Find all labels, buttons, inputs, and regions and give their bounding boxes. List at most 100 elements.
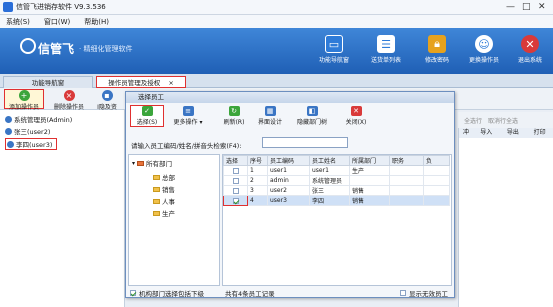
col-header[interactable]: 选择 xyxy=(223,155,248,166)
operator-item-user2[interactable]: 张三(user2) xyxy=(5,126,50,136)
operator-label: 张三(user2) xyxy=(14,128,51,136)
col-header[interactable]: 序号 xyxy=(247,155,268,166)
window-title: 信管飞进销存软件 V9.3.536 xyxy=(16,3,106,11)
delete-operator-button[interactable]: × 删除操作员 xyxy=(49,90,89,111)
row-number: 4 xyxy=(247,195,268,206)
perm-col-header: 冲 xyxy=(462,129,469,136)
employee-name: 张三 xyxy=(309,185,350,196)
dialog-title-text: 选择员工 xyxy=(138,93,164,101)
brand-subtitle: · 精细化管理软件 xyxy=(79,44,133,53)
brand-name: 信管飞 xyxy=(38,42,75,56)
nav-window-button[interactable]: ▭ 功能导航窗 xyxy=(310,35,358,64)
close-window-button[interactable]: ✕ xyxy=(538,2,546,12)
dialog-title: 选择员工 xyxy=(126,92,454,103)
tree-root-all-departments[interactable]: ▾ 所有部门 xyxy=(132,158,172,169)
tab-nav-window-label: 功能导航窗 xyxy=(31,79,65,87)
dept-item[interactable]: 总部 xyxy=(153,172,175,182)
collapse-icon[interactable]: ▾ xyxy=(132,160,135,167)
refresh-button[interactable]: ↻ 刷新(R) xyxy=(219,106,249,126)
dept-label: 生产 xyxy=(162,210,175,218)
menu-system[interactable]: 系统(S) xyxy=(6,17,30,27)
more-actions-button[interactable]: ≡ 更多操作 ▾ xyxy=(170,106,206,126)
select-label: 选择(S) xyxy=(136,119,158,126)
row-checkbox[interactable] xyxy=(232,167,239,174)
menu-bar: 系统(S) 窗口(W) 帮助(H) xyxy=(0,15,553,28)
table-row[interactable]: 2 admin 系统管理员 xyxy=(223,175,450,186)
row-number: 2 xyxy=(247,175,268,186)
change-password-label: 修改密码 xyxy=(424,57,449,64)
brand-logo-icon xyxy=(20,38,36,54)
include-sub-checkbox[interactable] xyxy=(130,290,136,296)
employee-dept: 销售 xyxy=(349,195,390,206)
employee-code: user3 xyxy=(267,195,310,206)
include-sub-label: 机构部门选择包括下级 xyxy=(139,290,204,298)
close-dialog-button[interactable]: ✕ 关闭(X) xyxy=(341,106,371,126)
col-header[interactable]: 员工姓名 xyxy=(309,155,350,166)
hide-dept-tree-button[interactable]: ◧ 隐藏部门树 xyxy=(293,106,331,126)
operator-label: 系统管理员(Admin) xyxy=(14,116,73,124)
employee-code: user1 xyxy=(267,165,310,176)
permission-grid: 冲 导入 导出 打印 xyxy=(458,128,553,307)
add-icon: + xyxy=(18,90,30,101)
show-invalid-option[interactable]: 显示无效员工 xyxy=(400,288,448,298)
col-header[interactable]: 所属部门 xyxy=(349,155,390,166)
table-row[interactable]: 1 user1 user1 生产 xyxy=(223,165,450,176)
dept-item[interactable]: 销售 xyxy=(153,184,175,194)
switch-operator-button[interactable]: ☺ 更换操作员 xyxy=(460,35,508,64)
menu-window[interactable]: 窗口(W) xyxy=(44,17,70,27)
select-button[interactable]: ✓ 选择(S) xyxy=(130,105,164,127)
more-icon: ≡ xyxy=(182,106,194,116)
dept-label: 总部 xyxy=(162,174,175,182)
delivery-list-button[interactable]: ☰ 送货单列表 xyxy=(362,35,410,64)
perm-col-header: 打印 xyxy=(533,129,546,136)
change-password-button[interactable]: 🔒︎ 修改密码 xyxy=(413,35,461,64)
user-icon: ☺ xyxy=(475,35,493,53)
toolbar-partial-button[interactable]: ▪ Ⅰ隐及资 xyxy=(92,90,122,111)
col-header[interactable]: 员工编码 xyxy=(267,155,310,166)
tab-close-icon[interactable]: × xyxy=(168,79,173,87)
minimize-button[interactable]: — xyxy=(506,2,515,12)
select-all-rows[interactable]: 全选行 xyxy=(464,116,482,125)
perm-col-header: 导出 xyxy=(506,129,519,136)
add-operator-button[interactable]: + 添加操作员 xyxy=(4,89,44,111)
row-checkbox[interactable] xyxy=(232,187,239,194)
operator-list: 系统管理员(Admin) 张三(user2) 李四(user3) xyxy=(0,110,125,307)
tab-operator-management[interactable]: 操作员管理及授权 × xyxy=(96,76,186,88)
ui-design-button[interactable]: ▦ 界面设计 xyxy=(254,106,286,126)
select-row-bar: 全选行 取消行全选 xyxy=(458,112,553,128)
cancel-all-rows[interactable]: 取消行全选 xyxy=(488,116,518,125)
operator-label: 李四(user3) xyxy=(16,141,53,149)
operator-item-admin[interactable]: 系统管理员(Admin) xyxy=(5,114,72,124)
close-dialog-label: 关闭(X) xyxy=(345,119,367,126)
employee-dept xyxy=(349,175,390,186)
lock-icon: 🔒︎ xyxy=(428,35,446,53)
employee-search-input[interactable] xyxy=(262,137,348,148)
col-header[interactable]: 负 xyxy=(423,155,450,166)
col-header[interactable]: 职务 xyxy=(389,155,424,166)
delivery-list-label: 送货单列表 xyxy=(370,57,401,64)
toolbar-partial-icon: ▪ xyxy=(101,90,113,101)
exit-system-button[interactable]: ✕ 退出系统 xyxy=(506,35,553,64)
maximize-button[interactable]: □ xyxy=(522,2,531,12)
dept-item[interactable]: 生产 xyxy=(153,208,175,218)
dept-label: 人事 xyxy=(162,198,175,206)
nav-window-label: 功能导航窗 xyxy=(318,57,349,64)
table-row-selected[interactable]: 4 user3 李四 销售 xyxy=(223,195,450,206)
row-checkbox-checked[interactable] xyxy=(232,197,239,204)
include-sub-option[interactable]: 机构部门选择包括下级 xyxy=(130,288,204,298)
employee-code: admin xyxy=(267,175,310,186)
hide-icon: ◧ xyxy=(306,106,318,116)
tab-nav-window[interactable]: 功能导航窗 xyxy=(3,76,93,88)
dept-item[interactable]: 人事 xyxy=(153,196,175,206)
employee-code: user2 xyxy=(267,185,310,196)
show-invalid-checkbox[interactable] xyxy=(400,290,406,296)
row-checkbox[interactable] xyxy=(232,177,239,184)
refresh-icon: ↻ xyxy=(228,106,240,116)
exit-icon: ✕ xyxy=(521,35,539,53)
table-row[interactable]: 3 user2 张三 销售 xyxy=(223,185,450,196)
perm-col-header: 导入 xyxy=(480,129,493,136)
department-tree: ▾ 所有部门 总部 销售 人事 生产 xyxy=(128,154,220,286)
menu-help[interactable]: 帮助(H) xyxy=(84,17,109,27)
operator-item-user3[interactable]: 李四(user3) xyxy=(5,138,58,150)
app-logo-icon xyxy=(3,2,13,12)
